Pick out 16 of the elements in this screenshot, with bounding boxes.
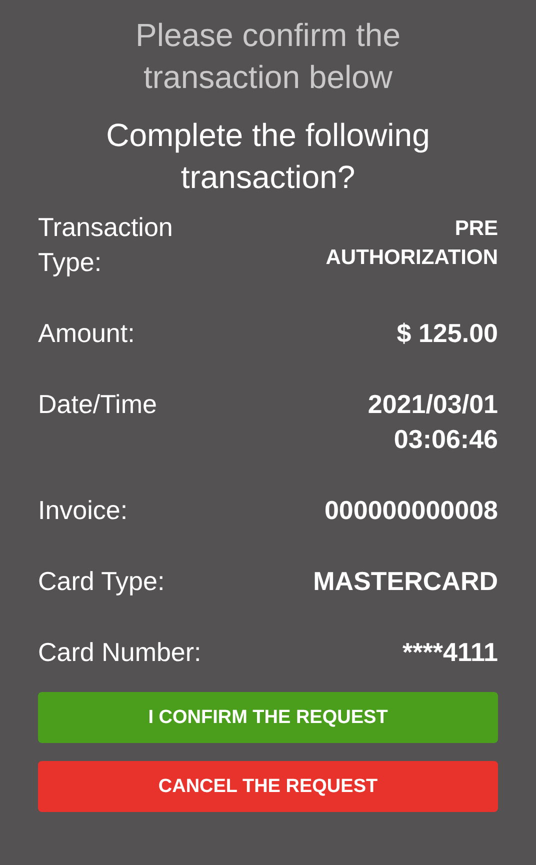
question-text: Complete the following transaction?: [105, 116, 431, 197]
field-value: PRE AUTHORIZATION: [324, 216, 498, 271]
field-label: Date/Time: [38, 388, 157, 421]
field-label: Card Type:: [38, 565, 165, 598]
field-label: Card Number:: [38, 636, 202, 669]
field-value: 2021/03/01 03:06:46: [366, 388, 498, 456]
cancel-button[interactable]: CANCEL THE REQUEST: [38, 761, 498, 812]
field-value: $ 125.00: [396, 317, 498, 350]
field-value: ****4111: [402, 636, 498, 669]
field-label: Invoice:: [38, 494, 128, 527]
header-text: Please confirm the transaction below: [134, 16, 402, 97]
field-label: Transaction Type:: [38, 211, 174, 279]
confirm-button[interactable]: I CONFIRM THE REQUEST: [38, 692, 498, 743]
field-value: MASTERCARD: [313, 565, 498, 598]
field-value: 000000000008: [324, 494, 498, 527]
field-label: Amount:: [38, 317, 135, 350]
